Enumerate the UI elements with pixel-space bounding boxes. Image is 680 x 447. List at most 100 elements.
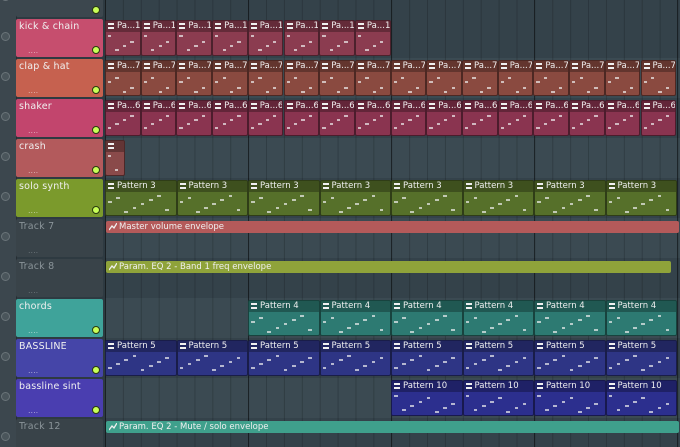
track-lane[interactable]: Pa...7 Pa...7 Pa...7 Pa...7 Pa...7 Pa...7 Pa..… [105,58,680,98]
pattern-clip[interactable]: Pa...6 [462,100,498,136]
track-knob[interactable] [1,352,10,361]
pattern-clip[interactable]: Pa...7 [176,60,213,96]
pattern-clip[interactable]: Pattern 4 [605,300,677,336]
pattern-clip[interactable]: Pattern 3 [534,180,606,216]
track-mute-led[interactable] [92,326,100,334]
pattern-clip[interactable]: Pa...1 [354,20,391,56]
pattern-clip[interactable]: Pattern 5 [176,340,248,376]
track-mute-led[interactable] [92,126,100,134]
track-lane[interactable]: Param. EQ 2 - Mute / solo envelope [105,418,680,447]
pattern-clip[interactable]: Pattern 4 [391,300,463,336]
pattern-clip[interactable]: Pa...6 [247,100,284,136]
pattern-clip[interactable]: Pattern 3 [105,180,177,216]
track-lane[interactable] [105,138,680,178]
pattern-clip[interactable]: Pa...1 [212,20,248,56]
track-knob[interactable] [1,312,10,321]
pattern-clip[interactable]: Pa...6 [283,100,320,136]
pattern-clip[interactable]: Pa...1 [105,20,141,56]
pattern-clip[interactable]: Pa...7 [105,60,141,96]
pattern-clip[interactable]: Pa...6 [640,100,677,136]
pattern-clip[interactable]: Pattern 10 [605,380,677,416]
pattern-clip[interactable]: Pa...6 [569,100,605,136]
pattern-clip[interactable]: Pa...7 [140,60,177,96]
track-lane[interactable]: Pa...6 Pa...6 Pa...6 Pa...6 Pa...6 Pa...6 Pa..… [105,98,680,138]
track-header[interactable]: crash.... [16,139,103,177]
track-knob[interactable] [1,32,10,41]
track-knob[interactable] [1,152,10,161]
track-mute-led[interactable] [92,86,100,94]
track-header[interactable]: clap & hat.... [16,59,103,97]
pattern-clip[interactable]: Pa...6 [533,100,570,136]
track-mute-led[interactable] [92,166,100,174]
track-lane[interactable]: Pattern 3 Pattern 3 Pattern 3 Pattern 3 Patt… [105,178,680,218]
track-lane[interactable]: Pattern 4 Pattern 4 Pattern 4 Pattern 4 Patt… [105,298,680,338]
track-mute-led[interactable] [92,46,100,54]
track-lane[interactable]: Pattern 5 Pattern 5 Pattern 5 Pattern 5 Patt… [105,338,680,378]
pattern-clip[interactable]: Pattern 10 [534,380,606,416]
pattern-clip[interactable]: Pattern 5 [105,340,177,376]
automation-clip[interactable]: Param. EQ 2 - Mute / solo envelope [106,421,679,433]
pattern-clip[interactable]: Pattern 3 [462,180,534,216]
pattern-clip[interactable]: Pattern 4 [534,300,606,336]
pattern-clip[interactable]: Pa...7 [390,60,427,96]
pattern-clip[interactable]: Pa...1 [283,20,320,56]
track-header[interactable]: shaker.... [16,99,103,137]
pattern-clip[interactable]: Pa...6 [354,100,391,136]
pattern-clip[interactable]: Pattern 5 [319,340,391,376]
track-knob[interactable] [1,112,10,121]
track-mute-led[interactable] [92,366,100,374]
pattern-clip[interactable]: Pa...7 [247,60,284,96]
pattern-clip[interactable]: Pa...6 [212,100,248,136]
pattern-clip[interactable]: Pattern 5 [391,340,463,376]
pattern-clip[interactable]: Pattern 3 [391,180,463,216]
pattern-clip[interactable]: Pattern 5 [605,340,677,376]
track-mute-led[interactable] [92,6,100,14]
track-knob[interactable] [1,432,10,441]
pattern-clip[interactable] [105,140,125,176]
track-knob[interactable] [1,272,10,281]
pattern-clip[interactable]: Pa...7 [283,60,320,96]
track-lane[interactable]: Param. EQ 2 - Band 1 freq envelope [105,258,680,298]
pattern-clip[interactable]: Pattern 4 [462,300,534,336]
pattern-clip[interactable]: Pa...7 [462,60,498,96]
pattern-clip[interactable]: Pa...7 [354,60,391,96]
pattern-clip[interactable]: Pattern 3 [319,180,391,216]
track-knob[interactable] [1,0,10,1]
pattern-clip[interactable]: Pa...1 [319,20,355,56]
track-header[interactable] [16,0,103,17]
pattern-clip[interactable]: Pa...6 [426,100,462,136]
pattern-clip[interactable]: Pattern 4 [319,300,391,336]
pattern-clip[interactable]: Pa...6 [390,100,427,136]
pattern-clip[interactable]: Pa...6 [497,100,534,136]
pattern-clip[interactable]: Pa...7 [640,60,677,96]
track-knob[interactable] [1,72,10,81]
pattern-clip[interactable]: Pattern 10 [391,380,463,416]
pattern-clip[interactable]: Pa...6 [105,100,141,136]
pattern-clip[interactable]: Pa...1 [176,20,213,56]
track-knob[interactable] [1,192,10,201]
pattern-clip[interactable]: Pa...7 [212,60,248,96]
automation-clip[interactable]: Master volume envelope [106,221,679,233]
pattern-clip[interactable]: Pattern 5 [462,340,534,376]
track-knob[interactable] [1,392,10,401]
track-lane[interactable]: Pattern 10 Pattern 10 Pattern 10 Pattern 10 [105,378,680,418]
pattern-clip[interactable]: Pattern 5 [248,340,320,376]
pattern-clip[interactable]: Pa...7 [569,60,605,96]
track-lane[interactable]: Master volume envelope [105,218,680,258]
pattern-clip[interactable]: Pa...6 [604,100,641,136]
pattern-clip[interactable]: Pa...1 [247,20,284,56]
track-header[interactable]: BASSLINE.... [16,339,103,377]
track-header[interactable]: chords.... [16,299,103,337]
track-mute-led[interactable] [92,206,100,214]
pattern-clip[interactable]: Pa...7 [319,60,355,96]
track-header[interactable]: kick & chain.... [16,19,103,57]
pattern-clip[interactable]: Pa...7 [497,60,534,96]
pattern-clip[interactable]: Pa...6 [176,100,213,136]
track-lane[interactable]: Pa...1 Pa...1 Pa...1 Pa...1 Pa...1 Pa...1 Pa..… [105,18,680,58]
pattern-clip[interactable]: Pa...1 [140,20,177,56]
track-header[interactable]: Track 8.... [16,259,103,297]
pattern-clip[interactable]: Pattern 3 [176,180,248,216]
pattern-clip[interactable]: Pa...7 [533,60,570,96]
track-header[interactable]: bassline sint.... [16,379,103,417]
track-header[interactable]: solo synth.... [16,179,103,217]
